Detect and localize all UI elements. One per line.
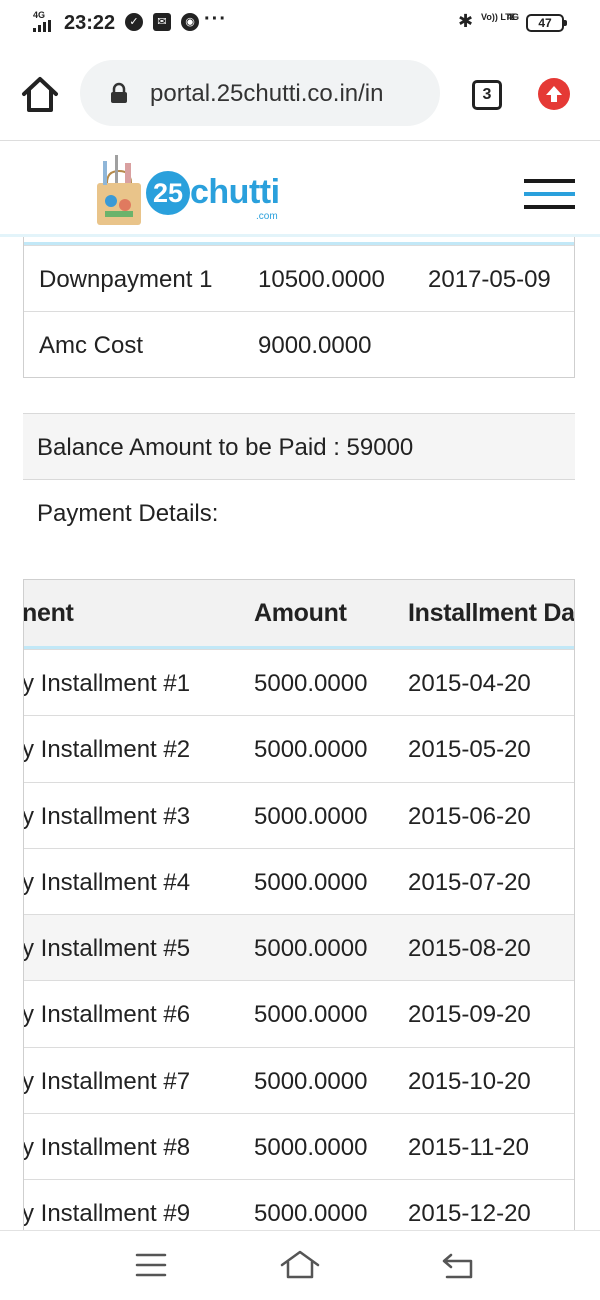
installment-name: y Installment #6 <box>23 1001 191 1029</box>
installment-name: y Installment #3 <box>23 802 191 830</box>
table-row: y Installment #9 5000.0000 2015-12-20 <box>24 1179 574 1230</box>
logo-suffix: .com <box>256 211 278 222</box>
installment-amount: 5000.0000 <box>254 868 368 896</box>
table-header: nent Amount Installment Da <box>24 580 574 649</box>
installment-name: y Installment #2 <box>23 736 191 764</box>
installment-date: 2015-11-20 <box>408 1134 529 1162</box>
installment-name: y Installment #4 <box>23 868 191 896</box>
installment-amount: 5000.0000 <box>254 670 368 697</box>
installment-date: 2015-10-20 <box>408 1067 531 1095</box>
installment-amount: 5000.0000 <box>254 1200 368 1228</box>
table-row: Amc Cost 9000.0000 <box>24 311 574 377</box>
table-row: y Installment #4 5000.0000 2015-07-20 <box>23 847 574 914</box>
installment-table[interactable]: nent Amount Installment Da y Installment… <box>23 579 575 1230</box>
installment-amount: 5000.0000 <box>254 935 368 963</box>
cost-name: Amc Cost <box>39 332 144 359</box>
home-nav-icon[interactable] <box>280 1249 320 1281</box>
table-row: y Installment #1 5000.0000 2015-04-20 <box>24 649 574 715</box>
back-nav-icon[interactable] <box>437 1249 477 1281</box>
hamburger-menu-icon[interactable] <box>524 179 575 209</box>
chrome-icon: ◉ <box>181 13 199 31</box>
installment-name: y Installment #1 <box>23 670 191 697</box>
table-header-divider <box>24 237 574 245</box>
recents-menu-icon[interactable] <box>131 1249 171 1281</box>
cost-amount: 10500.0000 <box>258 266 385 293</box>
logo-bag-icon <box>93 153 145 227</box>
cost-table: Downpayment 1 10500.0000 2017-05-09 Amc … <box>23 237 575 378</box>
installment-date: 2015-04-20 <box>408 670 531 697</box>
installment-date: 2015-08-20 <box>408 935 531 963</box>
installment-name: y Installment #8 <box>23 1134 191 1162</box>
signal-icon <box>33 20 55 32</box>
table-row: Downpayment 1 10500.0000 2017-05-09 <box>24 245 574 311</box>
installment-date: 2015-05-20 <box>408 736 531 764</box>
payment-details-label: Payment Details: <box>37 500 219 527</box>
status-bar: 4G 23:22 ✓ ✉ ◉ ··· ✱ Vo)) LTE 4G 47 <box>0 0 600 44</box>
installment-date: 2015-12-20 <box>408 1200 531 1228</box>
installment-amount: 5000.0000 <box>254 736 368 764</box>
cost-date: 2017-05-09 <box>428 266 551 293</box>
installment-amount: 5000.0000 <box>254 1067 368 1095</box>
notification-icon: ✓ <box>125 13 143 31</box>
tab-switcher-button[interactable]: 3 <box>472 80 502 110</box>
installment-date: 2015-06-20 <box>408 802 531 830</box>
network-type: 4G <box>33 10 46 20</box>
logo-text: chutti <box>190 173 280 211</box>
balance-panel: Balance Amount to be Paid : 59000 <box>23 413 575 480</box>
table-row: y Installment #5 5000.0000 2015-08-20 <box>23 914 574 981</box>
installment-name: y Installment #7 <box>23 1067 191 1095</box>
cost-name: Downpayment 1 <box>39 266 213 293</box>
mail-icon: ✉ <box>153 13 171 31</box>
balance-text: Balance Amount to be Paid : 59000 <box>37 434 414 461</box>
installment-date: 2015-09-20 <box>408 1001 531 1029</box>
url-text: portal.25chutti.co.in/in <box>150 80 384 107</box>
lte-label: 4G <box>507 12 520 22</box>
update-arrow-icon[interactable] <box>538 78 570 110</box>
installment-amount: 5000.0000 <box>254 1001 368 1029</box>
battery-icon: 47 <box>526 14 567 32</box>
site-header: 25 chutti .com <box>0 141 600 237</box>
table-row: y Installment #6 5000.0000 2015-09-20 <box>24 980 574 1046</box>
installment-name: y Installment #9 <box>23 1200 191 1228</box>
system-nav-bar <box>0 1230 600 1300</box>
table-row: y Installment #2 5000.0000 2015-05-20 <box>24 715 574 781</box>
status-time: 23:22 <box>64 12 116 34</box>
more-notifications-icon: ··· <box>204 8 227 30</box>
lock-icon <box>108 82 130 104</box>
logo-number: 25 <box>146 171 190 215</box>
table-row: y Installment #7 5000.0000 2015-10-20 <box>23 1046 574 1113</box>
home-icon[interactable] <box>18 72 62 116</box>
table-row: y Installment #3 5000.0000 2015-06-20 <box>23 781 574 848</box>
installment-name: y Installment #5 <box>23 935 191 963</box>
browser-toolbar: portal.25chutti.co.in/in 3 <box>0 44 600 141</box>
address-bar[interactable]: portal.25chutti.co.in/in <box>80 60 440 126</box>
table-row: y Installment #8 5000.0000 2015-11-20 <box>24 1113 574 1179</box>
column-header-installment-date: Installment Da <box>408 599 575 627</box>
bluetooth-icon: ✱ <box>458 11 474 31</box>
cost-amount: 9000.0000 <box>258 332 372 359</box>
installment-date: 2015-07-20 <box>408 868 531 896</box>
column-header-payment: nent <box>23 599 74 627</box>
column-header-amount: Amount <box>254 599 347 627</box>
installment-amount: 5000.0000 <box>254 802 368 830</box>
installment-amount: 5000.0000 <box>254 1134 368 1162</box>
